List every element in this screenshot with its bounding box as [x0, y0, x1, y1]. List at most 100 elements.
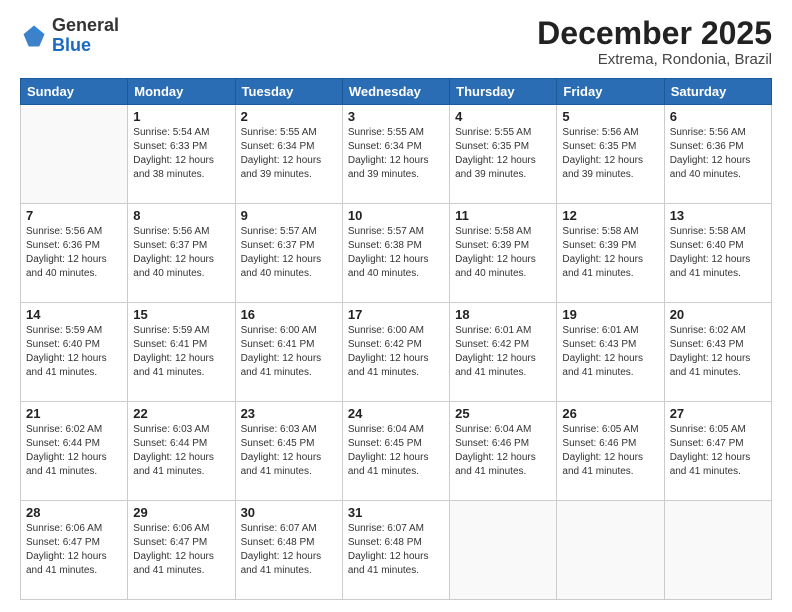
day-info: Sunrise: 5:55 AM Sunset: 6:34 PM Dayligh…: [241, 126, 337, 182]
day-number: 20: [670, 307, 766, 322]
day-number: 1: [133, 109, 229, 124]
day-number: 8: [133, 208, 229, 223]
calendar-cell: 11 Sunrise: 5:58 AM Sunset: 6:39 PM Dayli…: [450, 204, 557, 303]
calendar-cell: 10 Sunrise: 5:57 AM Sunset: 6:38 PM Dayli…: [342, 204, 449, 303]
day-number: 13: [670, 208, 766, 223]
calendar-cell: 6 Sunrise: 5:56 AM Sunset: 6:36 PM Daylig…: [664, 105, 771, 204]
weekday-header-thursday: Thursday: [450, 79, 557, 105]
day-number: 22: [133, 406, 229, 421]
day-number: 12: [562, 208, 658, 223]
calendar-cell: 22Sunrise: 6:03 AM Sunset: 6:44 PM Dayli…: [128, 402, 235, 501]
day-number: 30: [241, 505, 337, 520]
calendar-cell: 20Sunrise: 6:02 AM Sunset: 6:43 PM Dayli…: [664, 303, 771, 402]
day-number: 10: [348, 208, 444, 223]
day-number: 11: [455, 208, 551, 223]
day-info: Sunrise: 6:03 AM Sunset: 6:45 PM Dayligh…: [241, 423, 337, 479]
location-subtitle: Extrema, Rondonia, Brazil: [537, 51, 772, 68]
day-number: 15: [133, 307, 229, 322]
calendar-cell: 7Sunrise: 5:56 AM Sunset: 6:36 PM Daylig…: [21, 204, 128, 303]
day-number: 14: [26, 307, 122, 322]
day-info: Sunrise: 5:54 AM Sunset: 6:33 PM Dayligh…: [133, 126, 229, 182]
day-number: 19: [562, 307, 658, 322]
day-number: 3: [348, 109, 444, 124]
logo-text: General Blue: [52, 16, 119, 56]
day-info: Sunrise: 5:56 AM Sunset: 6:35 PM Dayligh…: [562, 126, 658, 182]
day-number: 17: [348, 307, 444, 322]
weekday-header-monday: Monday: [128, 79, 235, 105]
day-number: 5: [562, 109, 658, 124]
day-info: Sunrise: 6:04 AM Sunset: 6:45 PM Dayligh…: [348, 423, 444, 479]
title-block: December 2025 Extrema, Rondonia, Brazil: [537, 16, 772, 68]
calendar-week-row: 21 Sunrise: 6:02 AM Sunset: 6:44 PM Dayli…: [21, 402, 772, 501]
weekday-header-row: SundayMondayTuesdayWednesdayThursdayFrid…: [21, 79, 772, 105]
calendar-week-row: 1 Sunrise: 5:54 AM Sunset: 6:33 PM Daylig…: [21, 105, 772, 204]
page: General Blue December 2025 Extrema, Rond…: [0, 0, 792, 612]
calendar-cell: [557, 501, 664, 600]
day-number: 2: [241, 109, 337, 124]
day-number: 9: [241, 208, 337, 223]
day-info: Sunrise: 5:55 AM Sunset: 6:35 PM Dayligh…: [455, 126, 551, 182]
day-info: Sunrise: 6:00 AM Sunset: 6:42 PM Dayligh…: [348, 324, 444, 380]
day-info: Sunrise: 6:07 AM Sunset: 6:48 PM Dayligh…: [348, 522, 444, 578]
weekday-header-sunday: Sunday: [21, 79, 128, 105]
calendar-cell: 26 Sunrise: 6:05 AM Sunset: 6:46 PM Dayli…: [557, 402, 664, 501]
logo-icon: [20, 22, 48, 50]
day-info: Sunrise: 6:02 AM Sunset: 6:44 PM Dayligh…: [26, 423, 122, 479]
weekday-header-tuesday: Tuesday: [235, 79, 342, 105]
calendar-cell: 30 Sunrise: 6:07 AM Sunset: 6:48 PM Dayli…: [235, 501, 342, 600]
calendar-cell: 29 Sunrise: 6:06 AM Sunset: 6:47 PM Dayli…: [128, 501, 235, 600]
day-info: Sunrise: 5:56 AM Sunset: 6:36 PM Dayligh…: [670, 126, 766, 182]
logo: General Blue: [20, 16, 119, 56]
calendar-cell: 17 Sunrise: 6:00 AM Sunset: 6:42 PM Dayli…: [342, 303, 449, 402]
day-info: Sunrise: 5:58 AM Sunset: 6:39 PM Dayligh…: [562, 225, 658, 281]
logo-blue-text: Blue: [52, 35, 91, 55]
calendar-cell: 13Sunrise: 5:58 AM Sunset: 6:40 PM Dayli…: [664, 204, 771, 303]
calendar-cell: [450, 501, 557, 600]
calendar-cell: 1 Sunrise: 5:54 AM Sunset: 6:33 PM Daylig…: [128, 105, 235, 204]
weekday-header-friday: Friday: [557, 79, 664, 105]
calendar-cell: [21, 105, 128, 204]
calendar-cell: 25Sunrise: 6:04 AM Sunset: 6:46 PM Dayli…: [450, 402, 557, 501]
day-info: Sunrise: 6:01 AM Sunset: 6:42 PM Dayligh…: [455, 324, 551, 380]
day-info: Sunrise: 6:05 AM Sunset: 6:47 PM Dayligh…: [670, 423, 766, 479]
day-info: Sunrise: 6:01 AM Sunset: 6:43 PM Dayligh…: [562, 324, 658, 380]
day-info: Sunrise: 6:05 AM Sunset: 6:46 PM Dayligh…: [562, 423, 658, 479]
calendar-cell: 3Sunrise: 5:55 AM Sunset: 6:34 PM Daylig…: [342, 105, 449, 204]
calendar-cell: 28Sunrise: 6:06 AM Sunset: 6:47 PM Dayli…: [21, 501, 128, 600]
calendar-week-row: 28 Sunrise: 6:06 AM Sunset: 6:47 PM Dayli…: [21, 501, 772, 600]
day-info: Sunrise: 6:07 AM Sunset: 6:48 PM Dayligh…: [241, 522, 337, 578]
day-number: 7: [26, 208, 122, 223]
calendar-cell: 23 Sunrise: 6:03 AM Sunset: 6:45 PM Dayli…: [235, 402, 342, 501]
calendar-week-row: 14Sunrise: 5:59 AM Sunset: 6:40 PM Dayli…: [21, 303, 772, 402]
calendar-cell: 12 Sunrise: 5:58 AM Sunset: 6:39 PM Dayli…: [557, 204, 664, 303]
day-number: 21: [26, 406, 122, 421]
header: General Blue December 2025 Extrema, Rond…: [20, 16, 772, 68]
day-number: 27: [670, 406, 766, 421]
day-info: Sunrise: 6:06 AM Sunset: 6:47 PM Dayligh…: [133, 522, 229, 578]
day-number: 6: [670, 109, 766, 124]
day-number: 24: [348, 406, 444, 421]
day-number: 26: [562, 406, 658, 421]
day-number: 29: [133, 505, 229, 520]
month-title: December 2025: [537, 16, 772, 51]
calendar-cell: 15 Sunrise: 5:59 AM Sunset: 6:41 PM Dayli…: [128, 303, 235, 402]
day-number: 28: [26, 505, 122, 520]
day-info: Sunrise: 5:57 AM Sunset: 6:37 PM Dayligh…: [241, 225, 337, 281]
day-info: Sunrise: 5:57 AM Sunset: 6:38 PM Dayligh…: [348, 225, 444, 281]
calendar-cell: 16 Sunrise: 6:00 AM Sunset: 6:41 PM Dayli…: [235, 303, 342, 402]
weekday-header-saturday: Saturday: [664, 79, 771, 105]
logo-general: General: [52, 15, 119, 35]
calendar-cell: [664, 501, 771, 600]
day-info: Sunrise: 6:00 AM Sunset: 6:41 PM Dayligh…: [241, 324, 337, 380]
day-number: 16: [241, 307, 337, 322]
calendar-cell: 27 Sunrise: 6:05 AM Sunset: 6:47 PM Dayli…: [664, 402, 771, 501]
day-info: Sunrise: 5:59 AM Sunset: 6:41 PM Dayligh…: [133, 324, 229, 380]
calendar-cell: 2 Sunrise: 5:55 AM Sunset: 6:34 PM Daylig…: [235, 105, 342, 204]
calendar-cell: 21 Sunrise: 6:02 AM Sunset: 6:44 PM Dayli…: [21, 402, 128, 501]
day-number: 23: [241, 406, 337, 421]
calendar-cell: 9 Sunrise: 5:57 AM Sunset: 6:37 PM Daylig…: [235, 204, 342, 303]
calendar-cell: 14Sunrise: 5:59 AM Sunset: 6:40 PM Dayli…: [21, 303, 128, 402]
day-number: 18: [455, 307, 551, 322]
day-info: Sunrise: 6:04 AM Sunset: 6:46 PM Dayligh…: [455, 423, 551, 479]
day-info: Sunrise: 5:58 AM Sunset: 6:39 PM Dayligh…: [455, 225, 551, 281]
